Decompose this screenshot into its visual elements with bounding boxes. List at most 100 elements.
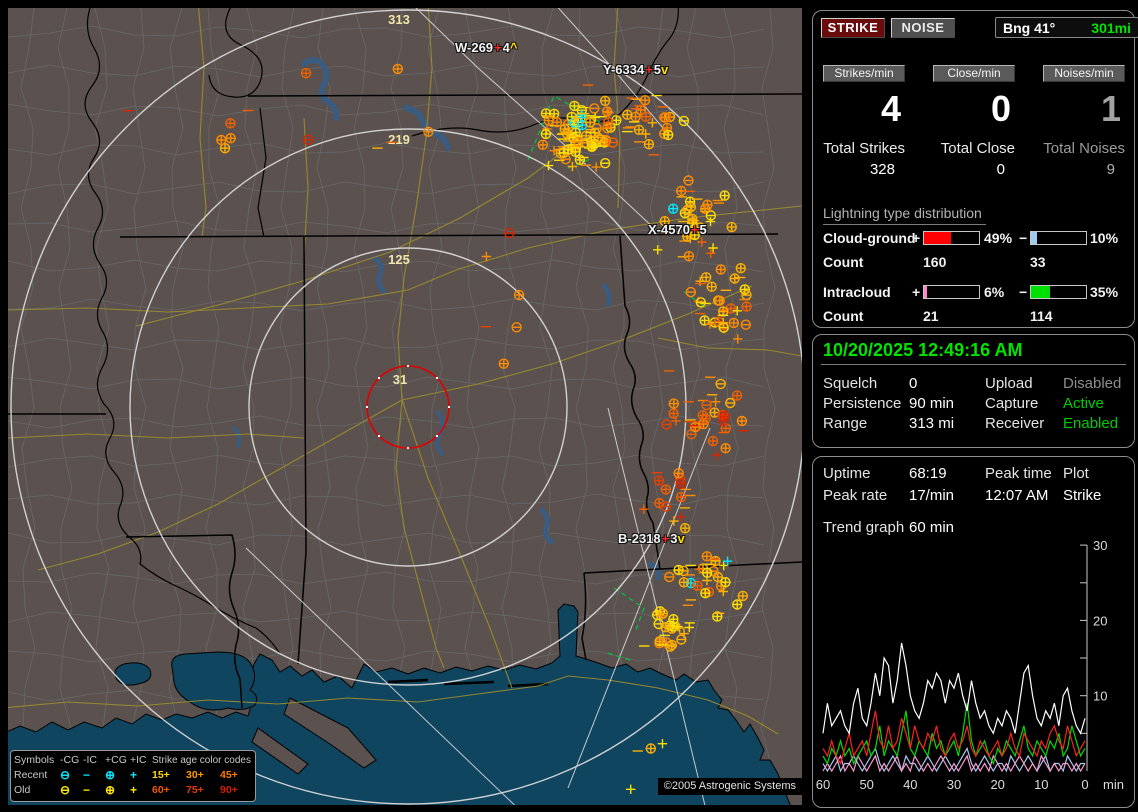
ic-minus-percent: 35% [1090,284,1119,300]
peak-rate-label: Peak rate [823,487,888,504]
capture-label: Capture [985,395,1039,412]
copyright-notice: ©2005 Astrogenic Systems [657,778,802,795]
ic-minus-count: 114 [1030,308,1053,324]
map-canvas: 313 219 125 31 [8,8,802,805]
cg-minus-percent: 10% [1090,230,1119,246]
age-75-label: 75+ [186,784,204,796]
noises-column: Noises/min 1 Total Noises 9 [1043,65,1125,178]
legend-pos-cg-header: +CG [105,754,127,766]
range-ring-label: 125 [388,252,410,267]
pos-ic-old-icon: + [130,783,138,797]
plot-label: Plot [1063,465,1089,482]
status-row: Range 313 mi Receiver Enabled [813,415,1134,435]
uptime-label: Uptime [823,465,871,482]
age-15-label: 15+ [152,769,170,781]
minus-sign: − [1019,284,1028,300]
peak-time-label: Peak time [985,465,1052,482]
trend-graph-label: Trend graph [823,519,905,536]
persistence-label: Persistence [823,395,902,412]
strike-mode-button[interactable]: STRIKE [821,18,885,38]
stats-row: Uptime 68:19 Peak time Plot [813,465,1134,485]
count-label: Count [823,254,864,270]
upload-status: Disabled [1063,375,1122,392]
distribution-heading: Lightning type distribution [823,205,986,225]
cg-minus-count: 33 [1030,254,1046,270]
capture-status: Active [1063,395,1104,412]
upload-label: Upload [985,375,1033,392]
age-60-label: 60+ [152,784,170,796]
ic-plus-count: 21 [923,308,939,324]
svg-text:50: 50 [859,777,873,792]
legend-symbols-header: Symbols [14,754,55,766]
total-strikes-value: 328 [869,161,895,178]
status-row: Squelch 0 Upload Disabled [813,375,1134,395]
peak-rate-value: 17/min [909,487,955,504]
noises-per-min-value: 1 [1100,88,1121,129]
svg-text:10: 10 [1034,777,1048,792]
cloud-ground-count-row: Count 160 33 [813,254,1134,270]
pos-cg-recent-icon: ⊕ [105,768,116,782]
strikes-per-min-chip[interactable]: Strikes/min [823,65,905,82]
receiver-label: Receiver [985,415,1045,432]
trend-graph: 10 20 30 60 50 40 30 20 10 0 min [816,541,1124,792]
trend-graph-row: Trend graph 60 min [813,519,1134,539]
age-30-label: 30+ [186,769,204,781]
cloud-ground-label: Cloud-ground [823,230,916,246]
strike-rate-panel: STRIKE NOISE Bng 41° 301mi Strikes/min 4… [812,10,1138,328]
map-legend: Symbols -CG -IC +CG +IC Strike age color… [10,750,256,802]
total-strikes-label: Total Strikes [823,140,905,157]
count-label: Count [823,308,864,324]
neg-cg-recent-icon: ⊖ [60,768,71,782]
trend-series-total [822,642,1086,736]
bearing-range-display: Bng 41° 301mi [995,17,1138,38]
lake-maurepas [114,662,152,686]
svg-text:0: 0 [1081,777,1088,792]
minus-sign: − [1019,230,1028,246]
age-90-label: 90+ [220,784,238,796]
ic-minus-bar [1030,285,1087,299]
cg-minus-bar [1030,231,1087,245]
close-per-min-chip[interactable]: Close/min [933,65,1015,82]
svg-text:30: 30 [1093,541,1107,553]
status-panel: 10/20/2025 12:49:16 AM Squelch 0 Upload … [812,334,1135,448]
legend-old-label: Old [14,784,31,796]
legend-pos-ic-header: +IC [130,754,147,766]
stats-row: Peak rate 17/min 12:07 AM Strike [813,487,1134,507]
pos-ic-recent-icon: + [130,768,138,782]
intracloud-label: Intracloud [823,284,891,300]
range-ring-label: 313 [388,12,410,27]
range-ring-label: 219 [388,132,410,147]
receiver-status: Enabled [1063,415,1119,432]
neg-cg-old-icon: ⊖ [60,783,71,797]
legend-recent-label: Recent [14,769,48,781]
trend-series-ic-plus [822,754,1086,773]
svg-text:40: 40 [903,777,917,792]
total-close-value: 0 [996,161,1005,178]
squelch-value: 0 [909,375,918,392]
datetime-display: 10/20/2025 12:49:16 AM [823,340,1023,360]
cg-plus-count: 160 [923,254,947,270]
noise-mode-button[interactable]: NOISE [891,18,955,38]
noises-per-min-chip[interactable]: Noises/min [1043,65,1125,82]
cg-plus-bar [923,231,980,245]
status-row: Persistence 90 min Capture Active [813,395,1134,415]
lightning-map[interactable]: 313 219 125 31 W-269+4^ Y-6334+5v X-4570+5 B-2… [8,8,802,805]
total-noises-value: 9 [1106,161,1115,178]
trend-graph-window: 60 min [909,519,955,536]
age-45-label: 45+ [220,769,238,781]
squelch-label: Squelch [823,375,878,392]
neg-ic-recent-icon: − [83,768,91,782]
svg-text:60: 60 [816,777,830,792]
peak-time-value: 12:07 AM [985,487,1049,504]
svg-text:20: 20 [990,777,1004,792]
trend-series-cg-minus [822,746,1085,773]
range-label: Range [823,415,868,432]
ic-plus-percent: 6% [984,284,1005,300]
persistence-value: 90 min [909,395,955,412]
range-ring-label: 31 [393,372,407,387]
close-column: Close/min 0 Total Close 0 [933,65,1015,178]
app-window: 313 219 125 31 W-269+4^ Y-6334+5v X-4570+5 B-2… [0,0,1138,812]
svg-text:20: 20 [1093,613,1107,628]
cg-plus-percent: 49% [984,230,1013,246]
intracloud-count-row: Count 21 114 [813,308,1134,324]
